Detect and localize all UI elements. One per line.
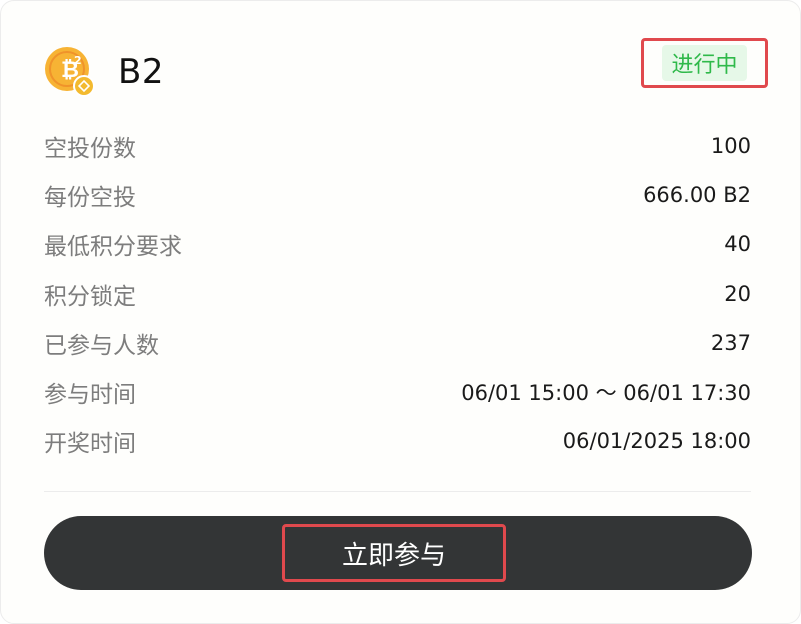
bnb-chain-icon: [73, 75, 95, 97]
detail-value: 40: [724, 232, 751, 257]
detail-value: 06/01 15:00 ～ 06/01 17:30: [461, 381, 751, 406]
join-now-button[interactable]: [44, 516, 752, 590]
detail-value: 06/01/2025 18:00: [562, 429, 751, 454]
detail-label: 已参与人数: [44, 332, 159, 359]
airdrop-card: ₿ 2 B2 进行中 空投份数 100 每份空投 666.00 B2 最低积分要…: [0, 0, 801, 624]
detail-label: 积分锁定: [44, 283, 136, 310]
token-name: B2: [118, 52, 164, 92]
detail-label: 开奖时间: [44, 431, 136, 458]
detail-row-participants: 已参与人数 237: [44, 318, 751, 367]
detail-row-min-points: 最低积分要求 40: [44, 220, 751, 269]
detail-value: 100: [710, 133, 751, 158]
detail-value: 20: [724, 281, 751, 306]
detail-label: 每份空投: [44, 184, 136, 211]
detail-row-airdrop-count: 空投份数 100: [44, 121, 751, 170]
detail-label: 参与时间: [44, 382, 136, 409]
bitcoin-b2-icon: ₿ 2: [44, 46, 96, 98]
detail-label: 最低积分要求: [44, 234, 182, 261]
divider: [44, 491, 751, 492]
token-header: ₿ 2 B2: [44, 46, 164, 98]
detail-list: 空投份数 100 每份空投 666.00 B2 最低积分要求 40 积分锁定 2…: [44, 121, 751, 466]
detail-value: 237: [710, 330, 751, 355]
detail-row-participation-time: 参与时间 06/01 15:00 ～ 06/01 17:30: [44, 367, 751, 416]
detail-row-draw-time: 开奖时间 06/01/2025 18:00: [44, 417, 751, 466]
detail-row-points-locked: 积分锁定 20: [44, 269, 751, 318]
detail-label: 空投份数: [44, 135, 136, 162]
status-highlight: 进行中: [641, 38, 768, 88]
status-badge: 进行中: [662, 45, 747, 81]
detail-value: 666.00 B2: [643, 182, 751, 207]
svg-text:2: 2: [74, 54, 82, 67]
detail-row-per-share: 每份空投 666.00 B2: [44, 170, 751, 219]
